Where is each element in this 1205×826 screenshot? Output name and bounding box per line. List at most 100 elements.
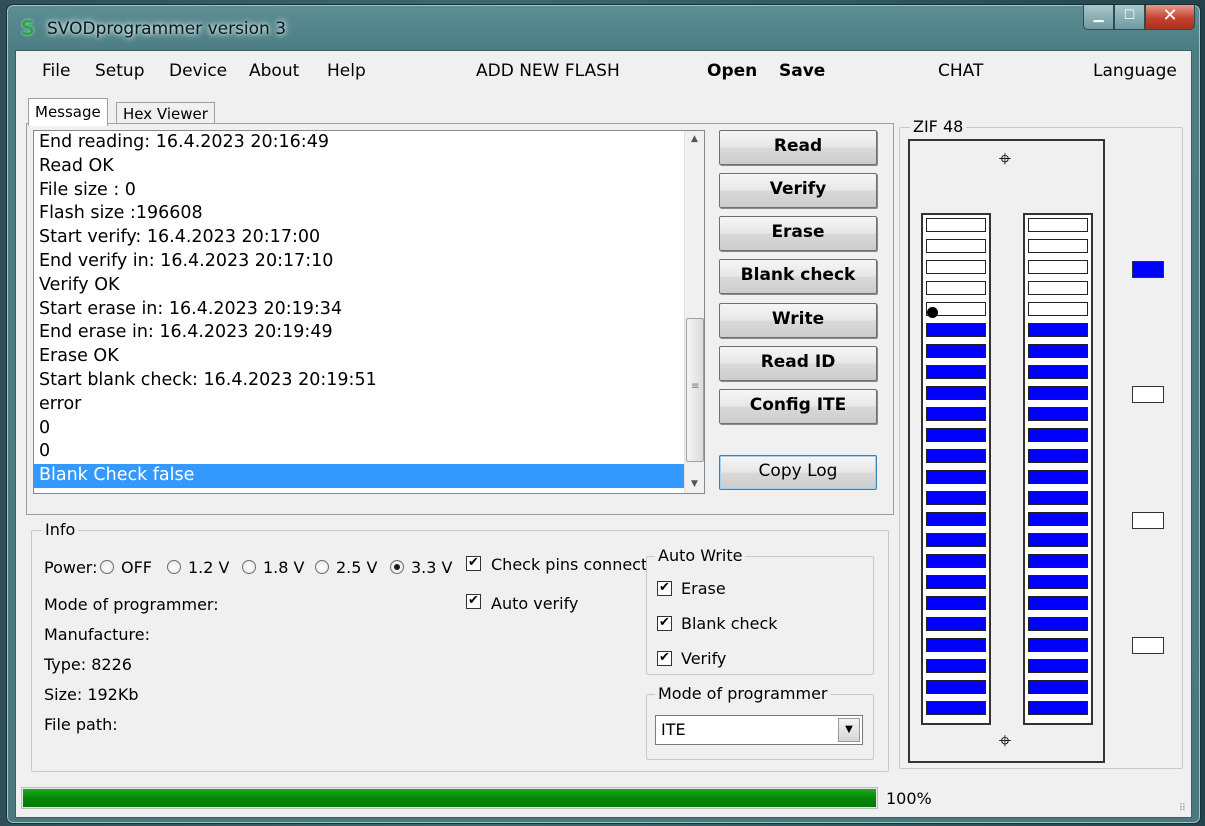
log-line[interactable]: Read OK	[34, 155, 684, 179]
blank-check-button[interactable]: Blank check	[719, 259, 877, 294]
config-ite-button[interactable]: Config ITE	[719, 389, 877, 424]
pin-right-14	[1028, 491, 1088, 505]
status-bar: 100% ⠿	[16, 781, 1191, 817]
pin-right-3	[1028, 260, 1088, 274]
check-pins-label: Check pins connect	[491, 555, 648, 574]
auto-write-verify-checkbox[interactable]: ✔	[657, 651, 672, 666]
pin-left-9	[926, 386, 986, 400]
client-area: File Setup Device About Help ADD NEW FLASH Ope…	[15, 50, 1192, 818]
power-radio-3-3-v[interactable]	[390, 560, 404, 574]
status-indicator	[1132, 261, 1164, 278]
chevron-down-icon[interactable]: ▼	[838, 718, 860, 742]
tab-hex-viewer[interactable]: Hex Viewer	[116, 102, 215, 125]
auto-write-erase-checkbox[interactable]: ✔	[657, 581, 672, 596]
log-line[interactable]: Start verify: 16.4.2023 20:17:00	[34, 226, 684, 250]
pin-left-15	[926, 512, 986, 526]
scroll-down-icon[interactable]: ▼	[685, 476, 704, 493]
crosshair-top-icon: ⌖	[998, 147, 1012, 172]
log-line[interactable]: End reading: 16.4.2023 20:16:49	[34, 131, 684, 155]
zif-socket: ⌖ ⌖	[908, 139, 1105, 763]
log-line[interactable]: 0	[34, 417, 684, 441]
pin-left-10	[926, 407, 986, 421]
auto-verify-checkbox[interactable]: ✔	[466, 594, 481, 609]
mode-of-programmer-select[interactable]: ITE ▼	[655, 715, 863, 745]
scroll-thumb[interactable]: ≡	[686, 318, 704, 462]
tab-message[interactable]: Message	[28, 98, 108, 126]
pin-left-12	[926, 449, 986, 463]
pin-right-12	[1028, 449, 1088, 463]
pin-left-4	[926, 281, 986, 295]
pin-right-22	[1028, 659, 1088, 673]
type-label: Type: 8226	[44, 655, 132, 674]
menu-chat[interactable]: CHAT	[938, 61, 983, 81]
log-line[interactable]: Verify OK	[34, 274, 684, 298]
verify-button[interactable]: Verify	[719, 173, 877, 208]
log-line[interactable]: Erase OK	[34, 345, 684, 369]
pin-left-2	[926, 239, 986, 253]
close-button[interactable]: ✕	[1145, 5, 1195, 30]
menu-about[interactable]: About	[249, 61, 299, 81]
write-button[interactable]: Write	[719, 303, 877, 338]
power-radio-1-2-v[interactable]	[167, 560, 181, 574]
progress-percent: 100%	[886, 789, 932, 808]
menu-file[interactable]: File	[42, 61, 70, 81]
log-line[interactable]: End erase in: 16.4.2023 20:19:49	[34, 321, 684, 345]
pin-right-1	[1028, 218, 1088, 232]
title-bar[interactable]: S SVODprogrammer version 3 ▁ ☐ ✕	[7, 5, 1200, 49]
read-button[interactable]: Read	[719, 130, 877, 165]
minimize-button[interactable]: ▁	[1083, 5, 1114, 30]
copy-log-button[interactable]: Copy Log	[719, 455, 877, 490]
scroll-up-icon[interactable]: ▲	[685, 131, 704, 148]
message-log[interactable]: End reading: 16.4.2023 20:16:49 Read OK Fi…	[33, 130, 705, 494]
power-radio-2-5-v[interactable]	[315, 560, 329, 574]
menu-open[interactable]: Open	[707, 61, 757, 81]
window-title: SVODprogrammer version 3	[47, 19, 287, 39]
read-id-button[interactable]: Read ID	[719, 346, 877, 381]
pin-left-8	[926, 365, 986, 379]
maximize-button[interactable]: ☐	[1114, 5, 1145, 30]
pin-right-6	[1028, 323, 1088, 337]
log-line[interactable]: File size : 0	[34, 179, 684, 203]
menu-setup[interactable]: Setup	[95, 61, 144, 81]
grip-icon: ≡	[691, 381, 700, 392]
log-line[interactable]: error	[34, 393, 684, 417]
resize-grip-icon[interactable]: ⠿	[1179, 804, 1187, 814]
auto-write-blank-check-checkbox[interactable]: ✔	[657, 616, 672, 631]
menu-save[interactable]: Save	[779, 61, 825, 81]
menu-help[interactable]: Help	[327, 61, 366, 81]
log-line[interactable]: 0	[34, 440, 684, 464]
minimize-icon: ▁	[1093, 8, 1104, 23]
pin-right-13	[1028, 470, 1088, 484]
manufacture-label: Manufacture:	[44, 625, 150, 644]
pin-left-24	[926, 701, 986, 715]
pin-left-23	[926, 680, 986, 694]
pin-right-5	[1028, 302, 1088, 316]
auto-verify-label: Auto verify	[491, 594, 579, 613]
check-pins-checkbox[interactable]: ✔	[466, 556, 481, 571]
pin-right-9	[1028, 386, 1088, 400]
power-radio-1-8-v[interactable]	[242, 560, 256, 574]
menu-device[interactable]: Device	[169, 61, 227, 81]
pin-left-7	[926, 344, 986, 358]
log-line[interactable]: Flash size :196608	[34, 202, 684, 226]
pin-left-22	[926, 659, 986, 673]
pin-left-3	[926, 260, 986, 274]
log-scrollbar[interactable]: ▲ ≡ ▼	[684, 131, 704, 493]
power-option-label: 1.8 V	[263, 558, 305, 577]
menu-add-new-flash[interactable]: ADD NEW FLASH	[476, 61, 620, 81]
log-line[interactable]: Start blank check: 16.4.2023 20:19:51	[34, 369, 684, 393]
pin-left-17	[926, 554, 986, 568]
power-radio-off[interactable]	[100, 560, 114, 574]
pin-left-16	[926, 533, 986, 547]
status-indicator	[1132, 512, 1164, 529]
log-line[interactable]: Start erase in: 16.4.2023 20:19:34	[34, 298, 684, 322]
menu-language[interactable]: Language	[1093, 61, 1177, 81]
pin-column-left	[921, 213, 991, 725]
erase-button[interactable]: Erase	[719, 216, 877, 251]
log-line[interactable]: End verify in: 16.4.2023 20:17:10	[34, 250, 684, 274]
zif-48-group: ZIF 48 ⌖ ⌖	[899, 117, 1183, 769]
pin-right-15	[1028, 512, 1088, 526]
log-line[interactable]: Blank Check false	[34, 464, 684, 488]
caption-buttons: ▁ ☐ ✕	[1083, 5, 1195, 31]
app-logo-icon: S	[20, 16, 36, 40]
